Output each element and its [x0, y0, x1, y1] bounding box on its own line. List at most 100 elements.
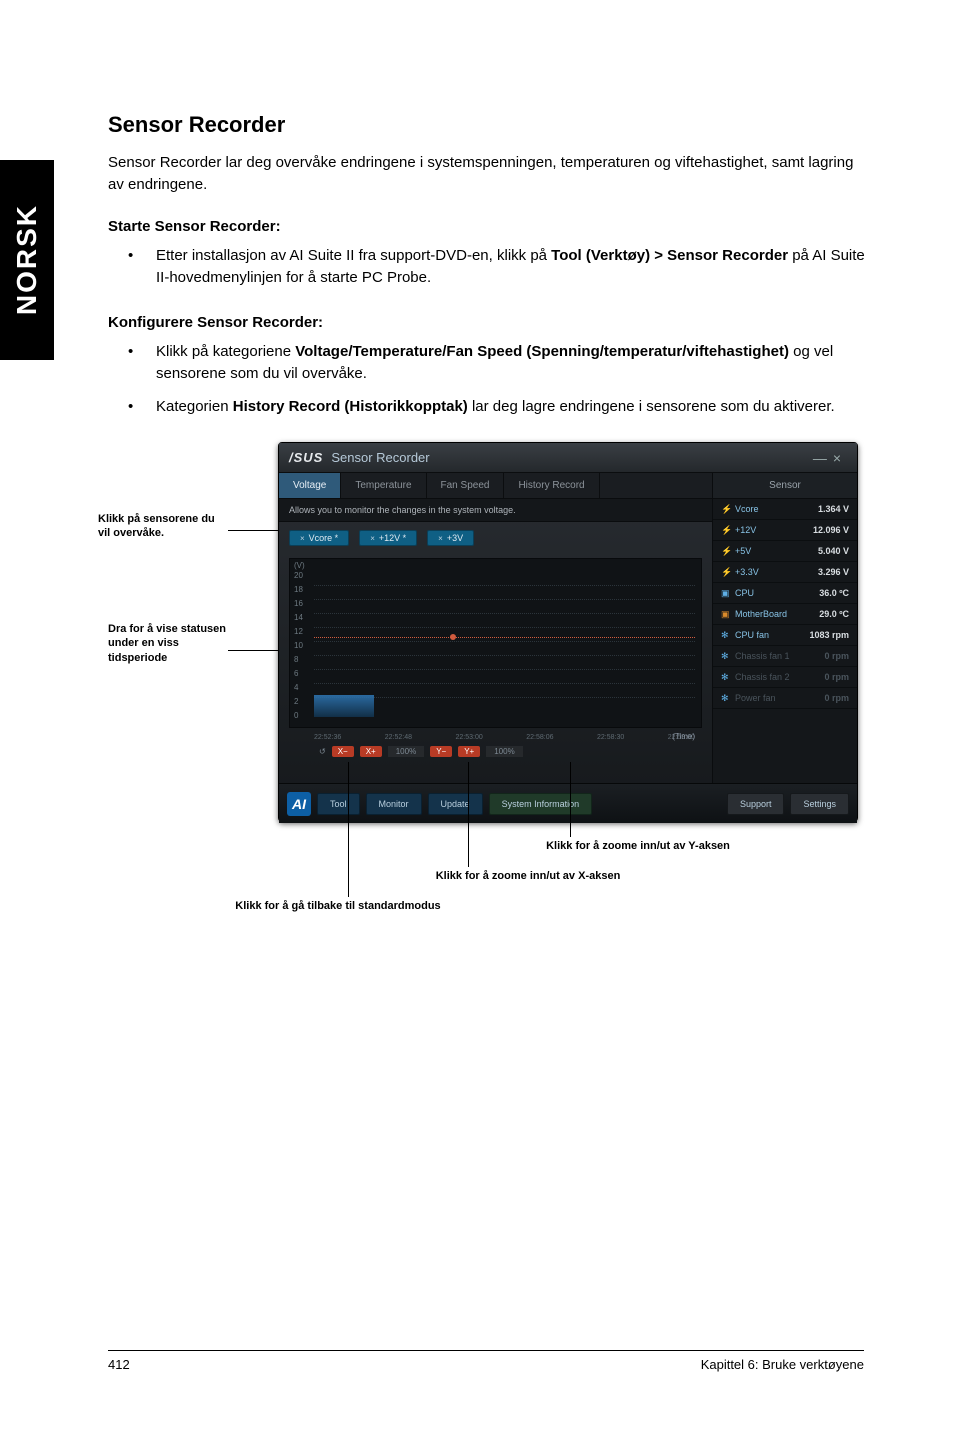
- gridline: [314, 627, 695, 628]
- callout-zoom-y: Klikk for å zoome inn/ut av Y-aksen: [498, 840, 778, 852]
- tab-fan-speed[interactable]: Fan Speed: [427, 473, 505, 498]
- gridline: [314, 669, 695, 670]
- sensor-row[interactable]: ⚡+5V5.040 V: [713, 541, 857, 562]
- tab-voltage[interactable]: Voltage: [279, 473, 341, 498]
- ytick: 20: [294, 571, 303, 580]
- app-bottom-bar: AI Tool Monitor Update System Informatio…: [279, 783, 857, 823]
- sensor-row[interactable]: ✻Chassis fan 20 rpm: [713, 667, 857, 688]
- close-icon[interactable]: ×: [833, 450, 847, 466]
- sensor-value: 1.364 V: [818, 504, 849, 514]
- chip-close-icon[interactable]: ×: [300, 534, 305, 543]
- reset-zoom-icon[interactable]: ↺: [319, 747, 326, 756]
- support-button[interactable]: Support: [727, 793, 785, 815]
- sensor-name: ✻Chassis fan 1: [721, 651, 824, 661]
- window-controls[interactable]: —×: [813, 450, 847, 466]
- x-ticks: 22:52:36 22:52:48 22:53:00 22:58:06 22:5…: [314, 734, 695, 741]
- zoom-controls: ↺ X− X+ 100% Y− Y+ 100%: [319, 746, 702, 757]
- ytick: 12: [294, 627, 303, 636]
- callout-sensors: Klikk på sensorene du vil overvåke.: [98, 512, 228, 541]
- ytick: 10: [294, 641, 303, 650]
- ai-suite-logo-icon[interactable]: AI: [287, 792, 311, 816]
- sensor-row[interactable]: ⚡Vcore1.364 V: [713, 499, 857, 520]
- zoom-y-minus-button[interactable]: Y−: [430, 746, 452, 757]
- gridline: [314, 613, 695, 614]
- zoom-x-minus-button[interactable]: X−: [332, 746, 354, 757]
- config-list: Klikk på kategoriene Voltage/Temperature…: [108, 341, 868, 419]
- sensor-row[interactable]: ✻CPU fan1083 rpm: [713, 625, 857, 646]
- sensor-value: 5.040 V: [818, 546, 849, 556]
- chip-3v[interactable]: × +3V: [427, 530, 474, 546]
- sensor-value: 12.096 V: [813, 525, 849, 535]
- screenshot-figure: Klikk på sensorene du vil overvåke. Dra …: [98, 442, 868, 942]
- left-pane: Voltage Temperature Fan Speed History Re…: [279, 473, 712, 783]
- ytick: 8: [294, 655, 298, 664]
- sensor-icon: ⚡: [721, 525, 731, 535]
- sensor-name: ⚡+12V: [721, 525, 813, 535]
- sensor-icon: ✻: [721, 672, 731, 682]
- window-title: Sensor Recorder: [331, 450, 429, 465]
- sensor-row[interactable]: ▣CPU36.0 ºC: [713, 583, 857, 604]
- sensor-row[interactable]: ✻Power fan0 rpm: [713, 688, 857, 709]
- y-axis-label: (V): [294, 561, 305, 570]
- tool-button[interactable]: Tool: [317, 793, 360, 815]
- sensor-value: 0 rpm: [824, 693, 849, 703]
- chapter-label: Kapittel 6: Bruke verktøyene: [701, 1357, 864, 1372]
- zoom-y-plus-button[interactable]: Y+: [458, 746, 480, 757]
- series-area-vcore: [314, 695, 374, 717]
- sensor-name: ✻Chassis fan 2: [721, 672, 824, 682]
- sensor-icon: ⚡: [721, 567, 731, 577]
- xtick: 22:52:36: [314, 734, 341, 741]
- ytick: 2: [294, 697, 298, 706]
- xtick: 22:58:06: [526, 734, 553, 741]
- series-point: [450, 634, 456, 640]
- ytick: 6: [294, 669, 298, 678]
- ytick: 18: [294, 585, 303, 594]
- text: Kategorien: [156, 398, 233, 415]
- settings-button[interactable]: Settings: [790, 793, 849, 815]
- callout-zoom-x: Klikk for å zoome inn/ut av X-aksen: [398, 870, 658, 882]
- minimize-icon[interactable]: —: [813, 450, 833, 466]
- callout-text: Klikk for å zoome inn/ut av Y-aksen: [546, 840, 730, 852]
- sensor-name: ▣MotherBoard: [721, 609, 819, 619]
- text: Etter installasjon av AI Suite II fra su…: [156, 247, 551, 264]
- x-axis-label: (Time): [672, 732, 695, 741]
- sensor-value: 3.296 V: [818, 567, 849, 577]
- text: lar deg lagre endringene i sensorene som…: [468, 398, 835, 415]
- window-titlebar: /SUS Sensor Recorder —×: [279, 443, 857, 473]
- callout-line: [348, 762, 349, 897]
- monitor-button[interactable]: Monitor: [366, 793, 422, 815]
- sensor-icon: ▣: [721, 609, 731, 619]
- sensor-name: ⚡Vcore: [721, 504, 818, 514]
- sensor-row[interactable]: ▣MotherBoard29.0 ºC: [713, 604, 857, 625]
- chip-vcore[interactable]: ×Vcore *: [289, 530, 349, 546]
- bold-text: History Record (Historikkopptak): [233, 398, 468, 415]
- sensor-name: ⚡+3.3V: [721, 567, 818, 577]
- chip-12v[interactable]: ×+12V *: [359, 530, 417, 546]
- start-bullet: Etter installasjon av AI Suite II fra su…: [108, 245, 868, 290]
- system-information-button[interactable]: System Information: [489, 793, 593, 815]
- sensor-row[interactable]: ✻Chassis fan 10 rpm: [713, 646, 857, 667]
- chip-close-icon[interactable]: ×: [370, 534, 375, 543]
- xtick: 22:53:00: [456, 734, 483, 741]
- zoom-x-plus-button[interactable]: X+: [360, 746, 382, 757]
- tab-temperature[interactable]: Temperature: [341, 473, 426, 498]
- xtick: 22:58:30: [597, 734, 624, 741]
- chip-close-icon[interactable]: ×: [438, 534, 443, 543]
- sensor-row[interactable]: ⚡+12V12.096 V: [713, 520, 857, 541]
- sensor-icon: ✻: [721, 630, 731, 640]
- callout-text: Klikk på sensorene du vil overvåke.: [98, 513, 215, 539]
- sensor-row[interactable]: ⚡+3.3V3.296 V: [713, 562, 857, 583]
- voltage-chart[interactable]: (V) 20 18 16 14 12 10 8 6 4 2 0: [289, 558, 702, 728]
- sensor-value: 1083 rpm: [809, 630, 849, 640]
- config-bullet-1: Klikk på kategoriene Voltage/Temperature…: [108, 341, 868, 386]
- callout-drag: Dra for å vise statusen under en viss ti…: [108, 622, 228, 665]
- chip-label: +3V: [447, 533, 463, 543]
- tab-description: Allows you to monitor the changes in the…: [279, 499, 712, 522]
- callout-line: [570, 762, 571, 837]
- page-title: Sensor Recorder: [108, 112, 868, 138]
- sensor-value: 0 rpm: [824, 651, 849, 661]
- start-list: Etter installasjon av AI Suite II fra su…: [108, 245, 868, 290]
- update-button[interactable]: Update: [428, 793, 483, 815]
- tab-history-record[interactable]: History Record: [504, 473, 599, 498]
- sensor-name: ✻CPU fan: [721, 630, 809, 640]
